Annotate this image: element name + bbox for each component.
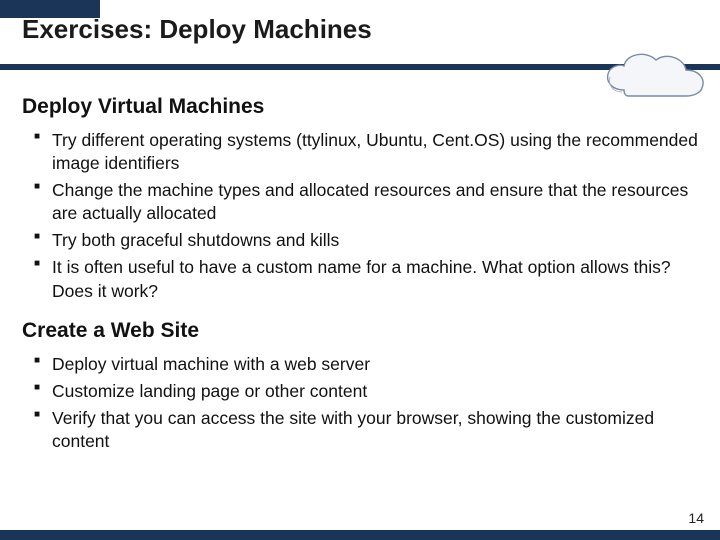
footer-bar (0, 530, 720, 540)
title-row: Exercises: Deploy Machines (22, 14, 700, 45)
section-deploy-vm: Deploy Virtual Machines Try different op… (22, 95, 700, 303)
list-item: Try different operating systems (ttylinu… (38, 129, 700, 175)
list-item: Change the machine types and allocated r… (38, 179, 700, 225)
list-item: Try both graceful shutdowns and kills (38, 229, 700, 252)
list-item: It is often useful to have a custom name… (38, 256, 700, 302)
cloud-icon (594, 46, 714, 106)
list-item: Deploy virtual machine with a web server (38, 353, 700, 376)
list-item: Verify that you can access the site with… (38, 407, 700, 453)
content-area: Deploy Virtual Machines Try different op… (22, 95, 700, 457)
bullet-list: Try different operating systems (ttylinu… (22, 129, 700, 303)
list-item: Customize landing page or other content (38, 380, 700, 403)
section-create-website: Create a Web Site Deploy virtual machine… (22, 319, 700, 453)
slide: Exercises: Deploy Machines Deploy Virtua… (0, 0, 720, 540)
page-title: Exercises: Deploy Machines (22, 14, 700, 45)
page-number: 14 (688, 510, 704, 526)
bullet-list: Deploy virtual machine with a web server… (22, 353, 700, 453)
section-heading: Create a Web Site (22, 319, 700, 343)
